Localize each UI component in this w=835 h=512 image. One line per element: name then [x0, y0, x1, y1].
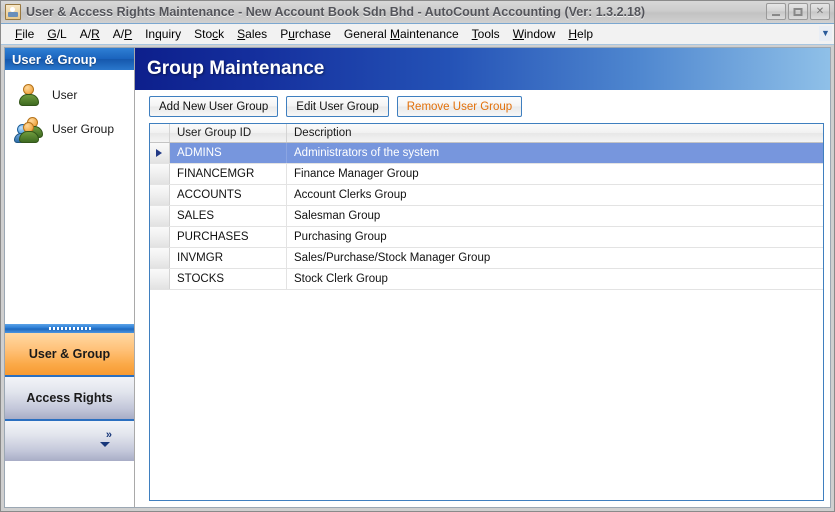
- menu-stock[interactable]: Stock: [188, 25, 231, 43]
- sidebar-filler: [5, 461, 134, 507]
- table-row[interactable]: INVMGR Sales/Purchase/Stock Manager Grou…: [150, 248, 823, 269]
- row-indicator: [150, 269, 170, 289]
- window-controls: ✕: [766, 3, 830, 20]
- application-window: User & Access Rights Maintenance - New A…: [0, 0, 835, 512]
- grid-header-row: User Group ID Description: [150, 124, 823, 143]
- sidebar-nav-label: User & Group: [28, 347, 111, 361]
- cell-user-group-id: ACCOUNTS: [170, 185, 287, 205]
- page-header: Group Maintenance: [135, 48, 830, 90]
- sidebar-nav-user-group[interactable]: User & Group: [5, 333, 134, 377]
- sidebar-item-user[interactable]: User: [5, 78, 134, 112]
- toolbar: Add New User Group Edit User Group Remov…: [135, 90, 830, 122]
- menu-help[interactable]: Help: [562, 25, 600, 43]
- cell-user-group-id: INVMGR: [170, 248, 287, 268]
- row-indicator: [150, 143, 170, 163]
- menu-tools[interactable]: Tools: [466, 25, 507, 43]
- title-bar: User & Access Rights Maintenance - New A…: [1, 1, 834, 24]
- window-title: User & Access Rights Maintenance - New A…: [26, 5, 646, 19]
- sidebar-nav-label: Access Rights: [26, 391, 113, 405]
- sidebar-nav-more[interactable]: »: [5, 421, 134, 461]
- grid-header-description[interactable]: Description: [287, 124, 823, 142]
- cell-description: Sales/Purchase/Stock Manager Group: [294, 252, 491, 264]
- sidebar-item-label: User: [52, 88, 78, 102]
- menu-sales[interactable]: Sales: [231, 25, 274, 43]
- cell-description: Administrators of the system: [294, 147, 440, 159]
- edit-user-group-button[interactable]: Edit User Group: [286, 96, 389, 117]
- remove-user-group-button[interactable]: Remove User Group: [396, 96, 523, 117]
- main-panel: Group Maintenance Add New User Group Edi…: [135, 47, 831, 508]
- row-indicator: [150, 227, 170, 247]
- user-group-icon: [14, 117, 43, 143]
- cell-user-group-id: PURCHASES: [170, 227, 287, 247]
- row-indicator: [150, 248, 170, 268]
- menu-general-maintenance[interactable]: General Maintenance: [338, 25, 466, 43]
- table-row[interactable]: FINANCEMGR Finance Manager Group: [150, 164, 823, 185]
- cell-user-group-id: FINANCEMGR: [170, 164, 287, 184]
- minimize-button[interactable]: [766, 3, 786, 20]
- cell-description: Salesman Group: [294, 210, 381, 222]
- cell-description: Finance Manager Group: [294, 168, 419, 180]
- menu-ar[interactable]: A/R: [74, 25, 107, 43]
- page-title: Group Maintenance: [147, 58, 325, 79]
- row-indicator: [150, 164, 170, 184]
- table-row[interactable]: STOCKS Stock Clerk Group: [150, 269, 823, 290]
- add-new-user-group-button[interactable]: Add New User Group: [149, 96, 279, 117]
- menu-file[interactable]: File: [9, 25, 41, 43]
- sidebar-nav-access-rights[interactable]: Access Rights: [5, 377, 134, 421]
- grid-header-user-group-id[interactable]: User Group ID: [170, 124, 287, 142]
- maximize-button[interactable]: [788, 3, 808, 20]
- table-row[interactable]: ADMINS Administrators of the system: [150, 143, 823, 164]
- cell-description: Purchasing Group: [294, 231, 387, 243]
- sidebar: User & Group User User Group User & Grou…: [4, 47, 135, 508]
- workspace: User & Group User User Group User & Grou…: [1, 45, 834, 511]
- grip-handle-icon: [48, 327, 91, 330]
- sidebar-list: User User Group: [5, 70, 134, 323]
- row-indicator: [150, 206, 170, 226]
- cell-description: Account Clerks Group: [294, 189, 407, 201]
- menu-purchase[interactable]: Purchase: [274, 25, 338, 43]
- cell-user-group-id: ADMINS: [170, 143, 287, 163]
- cell-description: Stock Clerk Group: [294, 273, 388, 285]
- menu-inquiry[interactable]: Inquiry: [139, 25, 188, 43]
- sidebar-item-label: User Group: [52, 122, 115, 136]
- menu-ap[interactable]: A/P: [107, 25, 139, 43]
- user-icon: [17, 83, 41, 107]
- grid-empty-area: [150, 290, 823, 500]
- sidebar-item-user-group[interactable]: User Group: [5, 112, 134, 146]
- current-row-arrow-icon: [156, 149, 162, 157]
- chevron-down-icon[interactable]: ▼: [819, 26, 832, 41]
- close-icon: ✕: [815, 5, 825, 17]
- cell-user-group-id: SALES: [170, 206, 287, 226]
- app-icon: [5, 4, 21, 20]
- grid-header-indicator: [150, 124, 170, 142]
- close-button[interactable]: ✕: [810, 3, 830, 20]
- sidebar-header: User & Group: [5, 48, 134, 70]
- user-group-grid: User Group ID Description ADMINS Adminis…: [149, 123, 824, 501]
- row-indicator: [150, 185, 170, 205]
- cell-user-group-id: STOCKS: [170, 269, 287, 289]
- menu-bar: File G/L A/R A/P Inquiry Stock Sales Pur…: [1, 24, 834, 45]
- sidebar-splitter[interactable]: [5, 323, 134, 333]
- table-row[interactable]: ACCOUNTS Account Clerks Group: [150, 185, 823, 206]
- double-chevron-right-icon: »: [105, 429, 112, 441]
- table-row[interactable]: SALES Salesman Group: [150, 206, 823, 227]
- table-row[interactable]: PURCHASES Purchasing Group: [150, 227, 823, 248]
- caret-down-icon: [100, 442, 110, 447]
- menu-gl[interactable]: G/L: [41, 25, 73, 43]
- resize-grip[interactable]: [820, 497, 832, 509]
- menu-window[interactable]: Window: [507, 25, 563, 43]
